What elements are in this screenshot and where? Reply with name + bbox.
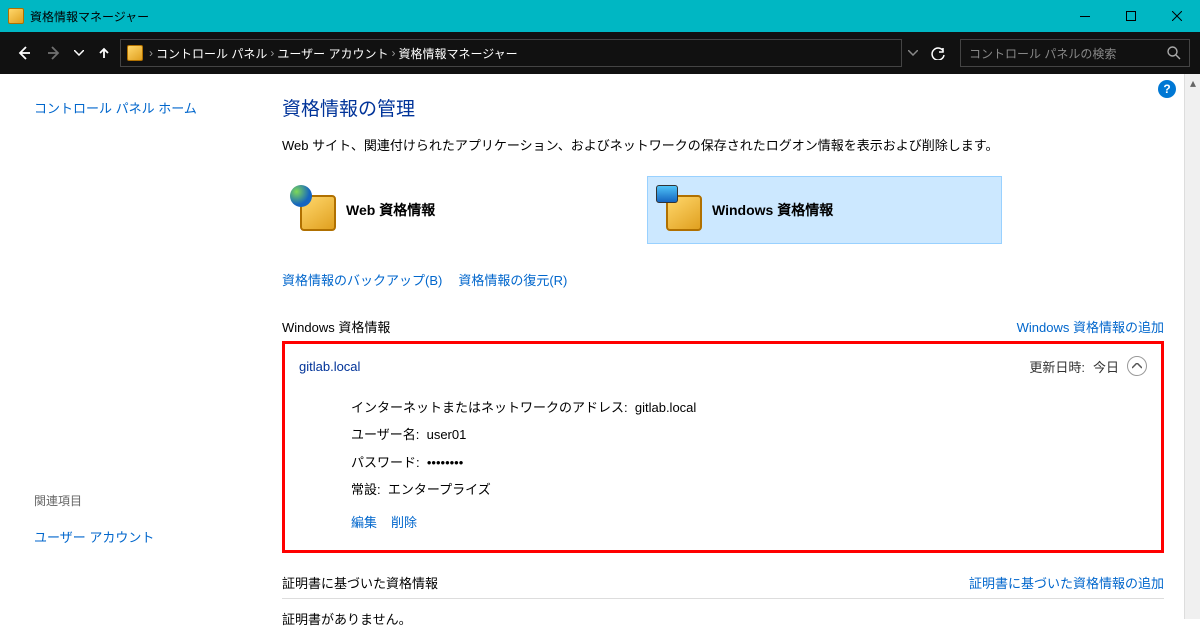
- section-cert-header: 証明書に基づいた資格情報: [282, 573, 438, 592]
- tile-windows-credentials[interactable]: Windows 資格情報: [647, 176, 1002, 244]
- tile-web-credentials[interactable]: Web 資格情報: [282, 176, 637, 244]
- page-description: Web サイト、関連付けられたアプリケーション、およびネットワークの保存されたロ…: [282, 135, 1164, 154]
- windows-credentials-icon: [660, 189, 702, 231]
- nav-forward-icon: [40, 39, 68, 67]
- restore-link[interactable]: 資格情報の復元(R): [458, 270, 567, 289]
- nav-recent-icon[interactable]: [70, 39, 88, 67]
- username-value: user01: [427, 427, 467, 442]
- updated-value: 今日: [1093, 357, 1119, 376]
- breadcrumb-item[interactable]: コントロール パネル: [156, 45, 267, 62]
- nav-up-icon[interactable]: [90, 39, 118, 67]
- help-icon[interactable]: ?: [1158, 80, 1176, 98]
- window-close[interactable]: [1154, 0, 1200, 32]
- password-value: ••••••••: [427, 455, 463, 470]
- breadcrumb-icon: [127, 45, 143, 61]
- delete-link[interactable]: 削除: [391, 515, 417, 530]
- credential-entry-highlight: gitlab.local 更新日時: 今日 インターネットまたはネットワークのア…: [282, 341, 1164, 553]
- window-minimize[interactable]: [1062, 0, 1108, 32]
- edit-link[interactable]: 編集: [351, 515, 377, 530]
- app-icon: [8, 8, 24, 24]
- sidebar-related-link[interactable]: ユーザー アカウント: [34, 527, 260, 546]
- persist-label: 常設:: [351, 482, 381, 497]
- persist-value: エンタープライズ: [388, 482, 491, 497]
- web-credentials-icon: [294, 189, 336, 231]
- search-placeholder: コントロール パネルの検索: [969, 45, 1116, 62]
- window-title: 資格情報マネージャー: [30, 8, 149, 25]
- tile-win-label: Windows 資格情報: [712, 200, 833, 220]
- updated-label: 更新日時:: [1029, 357, 1085, 376]
- search-input[interactable]: コントロール パネルの検索: [960, 39, 1190, 67]
- username-label: ユーザー名:: [351, 427, 419, 442]
- sidebar-related-label: 関連項目: [34, 492, 260, 509]
- breadcrumb-dropdown-icon[interactable]: [904, 39, 922, 67]
- section-windows-header: Windows 資格情報: [282, 317, 390, 336]
- backup-link[interactable]: 資格情報のバックアップ(B): [282, 270, 442, 289]
- password-label: パスワード:: [351, 455, 420, 470]
- breadcrumb[interactable]: › コントロール パネル › ユーザー アカウント › 資格情報マネージャー: [120, 39, 902, 67]
- page-title: 資格情報の管理: [282, 94, 1164, 121]
- add-cert-credential-link[interactable]: 証明書に基づいた資格情報の追加: [969, 573, 1164, 592]
- tile-web-label: Web 資格情報: [346, 200, 435, 220]
- address-label: インターネットまたはネットワークのアドレス:: [351, 400, 628, 415]
- nav-back-icon[interactable]: [10, 39, 38, 67]
- search-icon: [1167, 46, 1181, 60]
- address-value: gitlab.local: [635, 400, 696, 415]
- breadcrumb-item[interactable]: 資格情報マネージャー: [398, 45, 517, 62]
- divider: [282, 598, 1164, 599]
- nav-refresh-icon[interactable]: [924, 39, 952, 67]
- sidebar-home-link[interactable]: コントロール パネル ホーム: [34, 98, 260, 117]
- credential-entry-name[interactable]: gitlab.local: [299, 359, 360, 374]
- collapse-icon[interactable]: [1127, 356, 1147, 376]
- add-windows-credential-link[interactable]: Windows 資格情報の追加: [1017, 317, 1164, 336]
- breadcrumb-item[interactable]: ユーザー アカウント: [277, 45, 388, 62]
- scrollbar[interactable]: ▴: [1184, 74, 1200, 619]
- window-maximize[interactable]: [1108, 0, 1154, 32]
